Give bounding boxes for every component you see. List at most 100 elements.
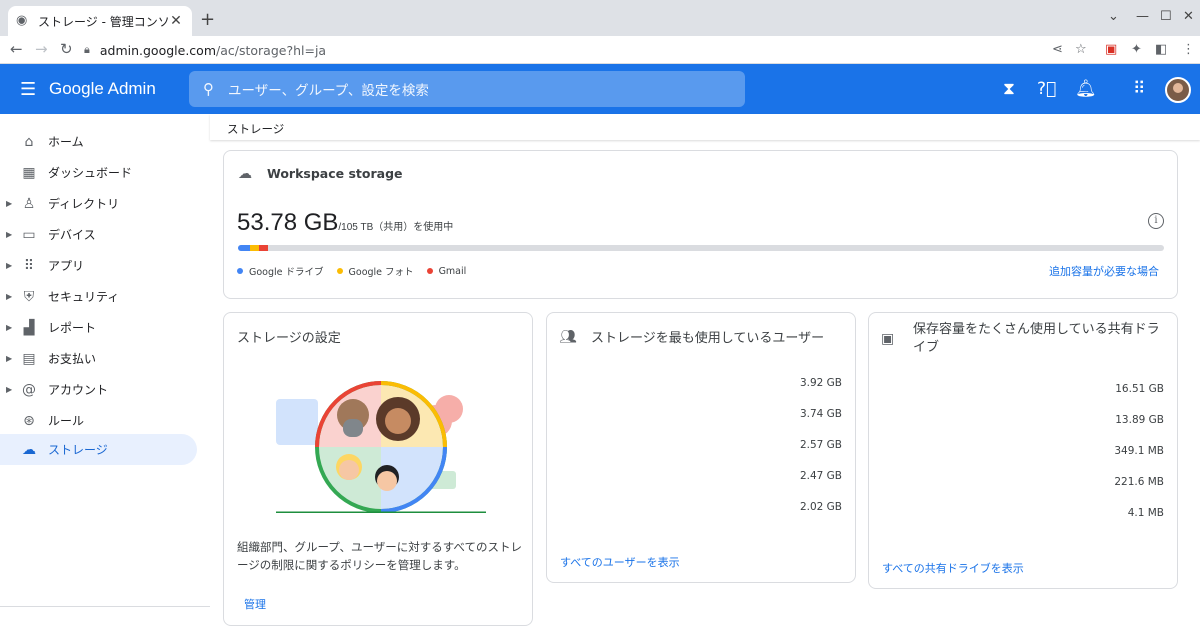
sidebar-item-directory[interactable]: ▶ ♙ ディレクトリ [0,188,197,219]
sidebar-item-reports[interactable]: ▶ ▟ レポート [0,312,197,343]
breadcrumb-bar: ストレージ [210,114,1200,140]
help-icon[interactable]: ?⃝ [1037,79,1056,99]
cloud-icon: ☁︎ [22,441,36,458]
legend-label: Gmail [438,265,467,277]
expand-caret-icon[interactable]: ▶ [6,292,12,301]
avatar[interactable] [1165,77,1191,103]
group-icon: 👥︎ [559,329,577,345]
notifications-icon[interactable]: 🔔︎ [1075,79,1097,99]
person-icon: ♙ [22,195,36,212]
browser-tab[interactable]: ◉ ストレージ - 管理コンソール ✕ [8,6,192,36]
user-storage-value: 2.02 GB [799,501,842,513]
view-all-users-link[interactable]: すべてのユーザーを表示 [560,554,680,570]
forward-button[interactable]: → [35,40,48,58]
apps-grid-icon[interactable]: ⠿ [1133,79,1145,99]
maximize-button[interactable]: ☐ [1160,9,1172,24]
storage-settings-card: ストレージの設定 組織部門、グループ、ユーザーに対するすべてのストレージの制限に… [223,312,533,626]
drive-storage-value: 16.51 GB [1115,383,1164,395]
card-title: ストレージを最も使用しているユーザー [591,331,825,346]
sidebar-item-label: アカウント [48,383,109,397]
browser-tab-bar: ◉ ストレージ - 管理コンソール ✕ + ⌄ — ☐ ✕ [0,0,1200,36]
legend-dot [237,268,243,274]
sidebar-item-label: デバイス [48,228,96,242]
sidebar-item-label: アプリ [48,259,85,273]
main-menu-icon[interactable]: ☰ [20,79,36,100]
drive-storage-value: 4.1 MB [1127,507,1164,519]
tab-title: ストレージ - 管理コンソール [38,14,168,29]
url-path: /ac/storage?hl=ja [216,42,327,58]
pdf-extension-icon[interactable]: ▣ [1105,42,1117,57]
reload-button[interactable]: ↻ [60,40,73,58]
sidebar-item-account[interactable]: ▶ @ アカウント [0,374,197,405]
settings-description: 組織部門、グループ、ユーザーに対するすべてのストレージの制限に関するポリシーを管… [237,540,522,572]
legend-label: Google フォト [348,267,414,278]
need-more-storage-link[interactable]: 追加容量が必要な場合 [1049,263,1159,279]
shared-drive-icon: ▣ [881,331,895,347]
lock-icon: 🔒︎ [84,43,90,56]
sidebar-item-devices[interactable]: ▶ ▭ デバイス [0,219,197,250]
rules-icon: ⊛ [23,412,35,429]
sidebar-item-apps[interactable]: ▶ ⠿ アプリ [0,250,197,281]
new-tab-button[interactable]: + [200,9,215,30]
user-storage-value: 3.74 GB [799,408,842,420]
bar-segment-drive [238,245,250,251]
minimize-button[interactable]: — [1136,9,1149,24]
chrome-menu-icon[interactable]: ⋮ [1182,42,1195,57]
tab-search-icon[interactable]: ⌄ [1108,9,1119,24]
workspace-storage-card: ☁︎ Workspace storage 53.78 GB/105 TB（共用）… [223,150,1178,299]
card-title: 保存容量をたくさん使用している共有ドライブ [913,322,1160,355]
breadcrumb: ストレージ [227,122,285,136]
devices-icon: ▭ [22,226,36,243]
hourglass-icon[interactable]: ⧗ [1003,79,1015,99]
close-tab-icon[interactable]: ✕ [168,13,184,29]
expand-caret-icon[interactable]: ▶ [6,261,12,270]
sidebar-item-home[interactable]: ⌂ ホーム [0,126,197,157]
expand-caret-icon[interactable]: ▶ [6,354,12,363]
info-icon[interactable]: i [1148,213,1164,229]
bookmark-star-icon[interactable]: ☆ [1075,42,1087,57]
bar-chart-icon: ▟ [23,319,35,336]
sidebar-item-label: ルール [48,414,85,428]
expand-caret-icon[interactable]: ▶ [6,199,12,208]
top-users-card: 👥︎ ストレージを最も使用しているユーザー 3.92 GB 3.74 GB 2.… [546,312,856,583]
legend-dot [336,268,343,274]
back-button[interactable]: ← [10,40,23,58]
sidebar-item-security[interactable]: ▶ ⛨ セキュリティ [0,281,197,312]
sidebar-item-label: ストレージ [48,443,108,457]
sidebar-item-storage[interactable]: ☁︎ ストレージ [0,434,197,465]
sidebar-item-rules[interactable]: ⊛ ルール [0,405,197,436]
search-icon: ⚲ [203,80,214,98]
sidebar-item-billing[interactable]: ▶ ▤ お支払い [0,343,197,374]
drive-storage-value: 13.89 GB [1115,414,1164,426]
share-icon[interactable]: ⋖ [1052,42,1063,57]
user-storage-value: 3.92 GB [799,377,842,389]
side-panel-icon[interactable]: ◧ [1155,42,1167,57]
total-amount: /105 TB（共用）を使用中 [338,222,454,233]
card-title: ストレージの設定 [237,331,341,346]
expand-caret-icon[interactable]: ▶ [6,323,12,332]
extensions-icon[interactable]: ✦ [1131,42,1142,57]
search-input[interactable]: ⚲ ユーザー、グループ、設定を検索 [189,71,745,107]
view-all-shared-drives-link[interactable]: すべての共有ドライブを表示 [882,560,1024,576]
storage-legend: Google ドライブ Google フォト Gmail [237,264,479,278]
search-placeholder: ユーザー、グループ、設定を検索 [228,83,429,99]
admin-header: ☰ Google Admin ⚲ ユーザー、グループ、設定を検索 ⧗ ?⃝ 🔔︎… [0,64,1200,114]
legend-label: Google ドライブ [249,267,324,278]
url-field[interactable]: 🔒︎ admin.google.com/ac/storage?hl=ja [84,38,1100,62]
home-icon: ⌂ [24,133,34,150]
expand-caret-icon[interactable]: ▶ [6,385,12,394]
used-amount: 53.78 GB [237,209,339,236]
manage-link[interactable]: 管理 [244,596,266,612]
legend-item: Gmail [426,264,467,278]
user-storage-value: 2.47 GB [799,470,842,482]
brand-logo[interactable]: Google Admin [49,79,156,99]
expand-caret-icon[interactable]: ▶ [6,230,12,239]
sidebar-item-label: ディレクトリ [48,197,120,211]
legend-item: Google フォト [336,264,414,278]
close-window-button[interactable]: ✕ [1183,9,1194,24]
sidebar-item-dashboard[interactable]: ▦ ダッシュボード [0,157,197,188]
legend-dot [426,268,433,274]
address-bar: ← → ↻ 🔒︎ admin.google.com/ac/storage?hl=… [0,36,1200,64]
storage-usage: 53.78 GB/105 TB（共用）を使用中 [237,209,453,237]
sidebar-item-label: レポート [48,321,97,335]
